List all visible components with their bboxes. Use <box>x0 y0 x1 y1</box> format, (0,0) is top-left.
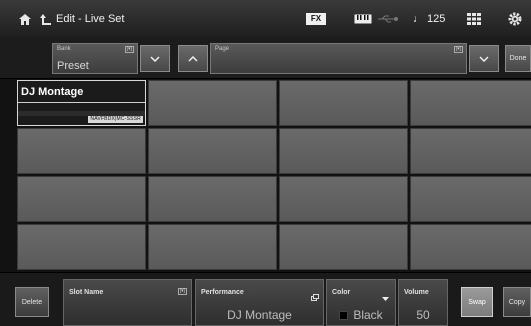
slot-divider <box>18 102 145 103</box>
page-label: Page <box>215 46 230 52</box>
slot-15[interactable] <box>279 224 408 270</box>
volume-field[interactable]: Volume 50 <box>398 279 448 326</box>
slot-name-field[interactable]: Slot Name [▾] <box>63 279 192 326</box>
slot-16[interactable] <box>410 224 531 270</box>
bank-label: Bank <box>57 46 71 52</box>
slot-1[interactable]: DJ Montage NAVFBDX|MC-SSSR <box>17 80 146 126</box>
gear-icon[interactable] <box>504 0 526 38</box>
bank-selector[interactable]: Bank [▾] Preset <box>52 43 138 74</box>
slot-11[interactable] <box>279 176 408 222</box>
live-set-grid: DJ Montage NAVFBDX|MC-SSSR <box>15 80 531 270</box>
open-window-icon <box>311 288 319 306</box>
page-down-button[interactable] <box>140 45 170 72</box>
filter-icon: [▾] <box>177 288 187 295</box>
color-value: Black <box>353 308 383 322</box>
copy-button[interactable]: Copy <box>503 287 531 317</box>
tempo-display[interactable]: ♩ 125 <box>413 0 445 38</box>
keyboard-icon[interactable] <box>352 0 374 38</box>
volume-label: Volume <box>404 289 429 296</box>
performance-label: Performance <box>201 289 244 296</box>
slot-2[interactable] <box>148 80 277 126</box>
done-button[interactable]: Done <box>505 45 531 72</box>
dropdown-arrow-icon <box>382 288 389 306</box>
page-next-button[interactable] <box>469 45 499 72</box>
performance-value: DJ Montage <box>227 308 292 322</box>
delete-button[interactable]: Delete <box>15 287 49 317</box>
slot-10[interactable] <box>148 176 277 222</box>
filter-icon: [▾] <box>453 46 463 53</box>
color-swatch <box>339 311 349 321</box>
slot-name-label: Slot Name <box>69 289 104 296</box>
slot-7[interactable] <box>279 128 408 174</box>
bottom-bar: Delete Slot Name [▾] Performance DJ Mont… <box>0 272 531 326</box>
slot-5[interactable] <box>17 128 146 174</box>
slot-12[interactable] <box>410 176 531 222</box>
top-bar: Edit - Live Set FX ♩ 125 <box>0 0 531 39</box>
swap-button[interactable]: Swap <box>461 287 493 317</box>
bank-value: Preset <box>57 60 89 72</box>
chevron-down-icon <box>479 55 489 62</box>
slot-9[interactable] <box>17 176 146 222</box>
slot-4[interactable] <box>410 80 531 126</box>
slot-6[interactable] <box>148 128 277 174</box>
usb-icon <box>376 0 400 38</box>
page-title: Edit - Live Set <box>56 13 125 25</box>
page-up-button[interactable] <box>178 45 208 72</box>
color-field[interactable]: Color Black <box>326 279 396 326</box>
chevron-up-icon <box>188 55 198 62</box>
slot-category-tags: NAVFBDX|MC-SSSR <box>88 116 143 123</box>
slot-3[interactable] <box>279 80 408 126</box>
slot-13[interactable] <box>17 224 146 270</box>
grid-view-icon[interactable] <box>464 0 484 38</box>
slot-performance-name: DJ Montage <box>21 86 84 98</box>
page-selector[interactable]: Page [▾] <box>210 43 467 74</box>
performance-field[interactable]: Performance DJ Montage <box>195 279 324 326</box>
bank-page-row: Bank [▾] Preset Page [▾] Done <box>0 38 531 79</box>
color-label: Color <box>332 289 351 296</box>
chevron-down-icon <box>150 55 160 62</box>
home-icon[interactable] <box>14 0 36 38</box>
fx-badge[interactable]: FX <box>306 13 326 25</box>
volume-value: 50 <box>416 308 430 322</box>
color-value-wrap: Black <box>327 308 395 322</box>
slot-14[interactable] <box>148 224 277 270</box>
back-arrow-icon[interactable] <box>38 0 54 38</box>
slot-8[interactable] <box>410 128 531 174</box>
filter-icon: [▾] <box>124 46 134 53</box>
